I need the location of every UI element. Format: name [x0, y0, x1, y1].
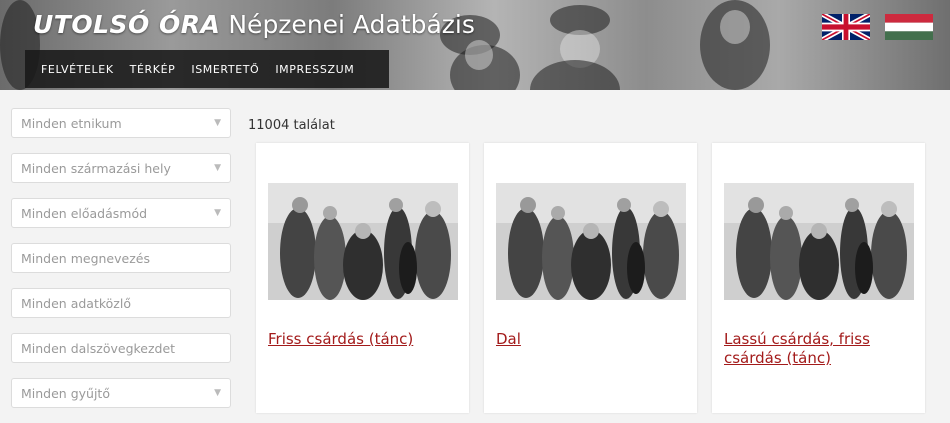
origin-select-label: Minden származási hely: [21, 160, 171, 176]
result-title-link[interactable]: Friss csárdás (tánc): [268, 330, 458, 349]
name-input[interactable]: Minden megnevezés: [11, 243, 231, 273]
nav-recordings[interactable]: FELVÉTELEK: [41, 63, 114, 76]
uk-flag-icon[interactable]: [822, 14, 870, 40]
result-title-link[interactable]: Dal: [496, 330, 686, 349]
result-card[interactable]: Friss csárdás (tánc): [256, 143, 469, 413]
result-title-link[interactable]: Lassú csárdás, friss csárdás (tánc): [724, 330, 914, 368]
hungary-flag-icon[interactable]: [885, 14, 933, 40]
band-photo[interactable]: [268, 183, 458, 300]
nav-imprint[interactable]: IMPRESSZUM: [275, 63, 354, 76]
informant-input[interactable]: Minden adatközlő: [11, 288, 231, 318]
chevron-down-icon: ▼: [214, 208, 221, 218]
brand-name: UTOLSÓ ÓRA: [33, 10, 221, 39]
filter-sidebar: Minden etnikum ▼ Minden származási hely …: [11, 108, 231, 423]
collector-select-label: Minden gyűjtő: [21, 385, 110, 401]
name-input-placeholder: Minden megnevezés: [21, 250, 150, 266]
nav-about[interactable]: ISMERTETŐ: [191, 63, 259, 76]
result-card[interactable]: Lassú csárdás, friss csárdás (tánc): [712, 143, 925, 413]
chevron-down-icon: ▼: [214, 163, 221, 173]
ethnicity-select[interactable]: Minden etnikum ▼: [11, 108, 231, 138]
result-count: 11004 találat: [248, 118, 335, 133]
lyrics-start-input[interactable]: Minden dalszövegkezdet: [11, 333, 231, 363]
band-photo[interactable]: [496, 183, 686, 300]
site-subtitle: Népzenei Adatbázis: [228, 10, 475, 39]
collector-select[interactable]: Minden gyűjtő ▼: [11, 378, 231, 408]
band-photo[interactable]: [724, 183, 914, 300]
main-nav: FELVÉTELEK TÉRKÉP ISMERTETŐ IMPRESSZUM: [25, 50, 389, 88]
informant-input-placeholder: Minden adatközlő: [21, 295, 131, 311]
lyrics-start-input-placeholder: Minden dalszövegkezdet: [21, 340, 176, 356]
site-title[interactable]: UTOLSÓ ÓRA Népzenei Adatbázis: [33, 10, 475, 44]
nav-map[interactable]: TÉRKÉP: [130, 63, 176, 76]
chevron-down-icon: ▼: [214, 388, 221, 398]
chevron-down-icon: ▼: [214, 118, 221, 128]
header-banner: UTOLSÓ ÓRA Népzenei Adatbázis FELVÉTELEK …: [0, 0, 950, 90]
result-card[interactable]: Dal: [484, 143, 697, 413]
performance-select[interactable]: Minden előadásmód ▼: [11, 198, 231, 228]
origin-select[interactable]: Minden származási hely ▼: [11, 153, 231, 183]
performance-select-label: Minden előadásmód: [21, 205, 148, 221]
ethnicity-select-label: Minden etnikum: [21, 115, 122, 131]
